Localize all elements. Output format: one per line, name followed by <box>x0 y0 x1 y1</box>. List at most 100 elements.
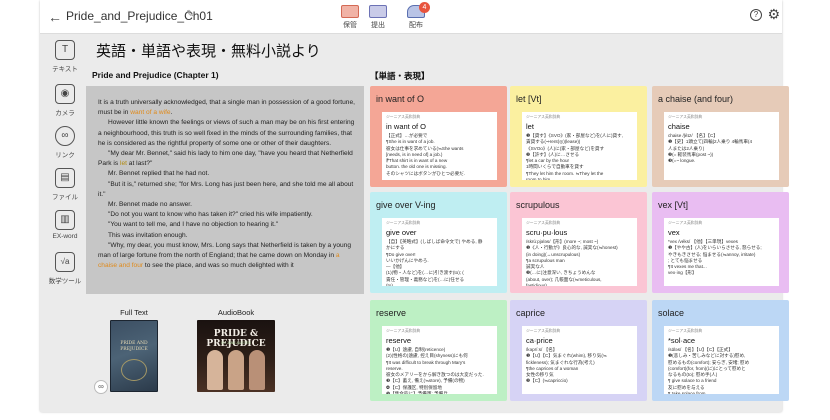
file-icon: ▤ <box>55 168 75 188</box>
vocab-card-heading: solace <box>658 308 685 318</box>
audiobook-cover[interactable]: PRIDE & PREJUDICE BY JANE AUSTEN <box>197 320 275 392</box>
vocab-card-heading: vex [Vt] <box>658 200 689 210</box>
vocab-card-heading: a chaise (and four) <box>658 94 734 104</box>
sidebar-item-link[interactable]: ∞ リンク <box>40 126 90 159</box>
passage-text-panel[interactable]: It is a truth universally acknowledged, … <box>86 86 364 294</box>
headword: *sol·ace <box>668 336 696 345</box>
dictionary-source: ジーニアス英和辞典 <box>526 115 561 119</box>
highlighted-phrase[interactable]: let <box>120 160 127 167</box>
vocab-card[interactable]: in want of O ジーニアス英和辞典 in want of O 【正式】…が必… <box>370 86 507 187</box>
dictionary-entry[interactable]: ジーニアス英和辞典 give over 【自】【英略式】(しばしば命令文で) やめる… <box>382 218 497 286</box>
definition-line: ¶ take solace from ... <box>668 391 711 394</box>
save-label: 保管 <box>343 22 357 29</box>
definition-line: room to him. <box>526 177 552 180</box>
sidebar-item-text[interactable]: T テキスト <box>40 40 90 73</box>
sidebar-item-math[interactable]: √a 数学ツール <box>40 252 90 285</box>
passage-paragraph: "Why, my dear, you must know, Mrs. Long … <box>98 241 352 270</box>
sidebar-item-file[interactable]: ▤ ファイル <box>40 168 90 201</box>
dictionary-entry[interactable]: ジーニアス英和辞典 ca·price/kəpríːs/ 【名】 ❶【U】【C】気まぐ… <box>522 326 637 394</box>
gear-icon[interactable]: ⚙ <box>767 6 780 23</box>
sidebar-item-label: 数学ツール <box>48 278 82 285</box>
full-text-cover-title: PRIDE AND PREJUDICE <box>120 341 148 352</box>
passage-paragraph: "My dear Mr. Bennet," said his lady to h… <box>98 150 353 168</box>
top-bar: ← Pride_and_Prejudice_Ch01 ✎ 保管 提出 配布 4 … <box>40 0 782 34</box>
definition-line: ❸(=~ longue. <box>668 158 696 164</box>
vocab-card[interactable]: give over V-ing ジーニアス英和辞典 give over 【自】【英略式… <box>370 192 507 293</box>
dictionary-entry[interactable]: ジーニアス英和辞典 chaise chaise /ʃéɪz/ 【名】【C】 ❶【史】1… <box>664 112 779 180</box>
cover-figure <box>228 350 244 390</box>
sidebar-item-label: ファイル <box>52 194 78 201</box>
page-title: 英語・単語や表現・無料小説より <box>96 43 321 60</box>
dictionary-icon: ▥ <box>55 210 75 230</box>
dictionary-entry[interactable]: ジーニアス英和辞典 scru·pu·lous/skrúːpjələs/【形】(mo… <box>522 218 637 286</box>
pencil-icon[interactable]: ✎ <box>186 9 194 20</box>
headword: vex <box>668 228 680 237</box>
sidebar-item-exword[interactable]: ▥ EX-word <box>40 210 90 240</box>
passage-paragraph: "But it is," returned she; "for Mrs. Lon… <box>98 180 354 198</box>
sidebar-item-camera[interactable]: ◉ カメラ <box>40 84 90 117</box>
passage-paragraph: Mr. Bennet made no answer. <box>108 201 192 209</box>
vocab-card[interactable]: reserve ジーニアス英和辞典 reserve ❶【U】遠慮, 自制(retice… <box>370 300 507 401</box>
sidebar-item-label: テキスト <box>52 66 78 73</box>
dictionary-source: ジーニアス英和辞典 <box>526 221 561 225</box>
dictionary-source: ジーニアス英和辞典 <box>386 115 421 119</box>
highlighted-phrase[interactable]: want of a wife <box>130 109 170 116</box>
chapter-title: Pride and Prejudice (Chapter 1) <box>92 70 219 80</box>
definition-line: vex·ing【形】 <box>668 270 697 276</box>
folder-icon <box>341 5 359 18</box>
full-text-cover[interactable]: PRIDE AND PREJUDICE <box>110 320 158 392</box>
dictionary-source: ジーニアス英和辞典 <box>386 329 421 333</box>
headword: let <box>526 122 534 131</box>
vocab-card-heading: in want of O <box>376 94 425 104</box>
headword: give over <box>386 228 417 237</box>
passage-paragraph: This was invitation enough. <box>108 231 188 239</box>
headword: ca·price <box>526 336 553 345</box>
notification-badge: 4 <box>419 2 430 13</box>
dictionary-entry[interactable]: ジーニアス英和辞典 *sol·ace/sɑ́ləs/ 【名】【U】【C】【正式】 ❶… <box>664 326 779 394</box>
arrow-left-icon[interactable]: ← <box>48 9 62 25</box>
distribute-label: 配布 <box>409 22 423 29</box>
highlighted-phrase[interactable]: a chaise and four <box>98 252 340 269</box>
vocab-card[interactable]: let [Vt] ジーニアス英和辞典 let ❶【貸す】《SVO》(家・部屋など)を(… <box>510 86 647 187</box>
cover-figure <box>249 350 265 390</box>
math-icon: √a <box>55 252 75 272</box>
cover-figure <box>207 350 223 390</box>
audiobook-label: AudioBook <box>217 308 255 317</box>
sidebar-item-label: EX-word <box>52 233 78 240</box>
vocab-card[interactable]: vex [Vt] ジーニアス英和辞典 vex *vex /véks/ 【他】【三単現】… <box>652 192 789 293</box>
dictionary-source: ジーニアス英和辞典 <box>668 329 703 333</box>
dictionary-entry[interactable]: ジーニアス英和辞典 reserve ❶【U】遠慮, 自制(reticence) (2)… <box>382 326 497 394</box>
definition-line: fastidious) <box>526 283 547 286</box>
submit-button[interactable]: 提出 <box>358 5 398 30</box>
distribute-button[interactable]: 配布 4 <box>396 2 436 30</box>
link-icon: ∞ <box>55 126 75 146</box>
definition-line: そのシャツにはボタンがひとつ必要だ. <box>386 170 466 176</box>
help-icon[interactable]: ? <box>750 9 762 21</box>
passage-paragraph: "Do not you want to know who has taken i… <box>108 211 313 219</box>
headword: chaise <box>668 122 690 131</box>
cover-ornament <box>121 359 147 381</box>
headword: scru·pu·lous <box>526 228 568 237</box>
vocab-card[interactable]: caprice ジーニアス英和辞典 ca·price/kəpríːs/ 【名】 ❶【U… <box>510 300 647 401</box>
definition-line: ❶《人・行動が》良心的な, 誠実な(≒honest) <box>526 245 618 251</box>
vocab-card[interactable]: solace ジーニアス英和辞典 *sol·ace/sɑ́ləs/ 【名】【U】【C… <box>652 300 789 401</box>
vocab-card[interactable]: scrupulous ジーニアス英和辞典 scru·pu·lous/skrúːpjə… <box>510 192 647 293</box>
definition-line: ❺【集合的に】予備軍; 予備兵 <box>386 391 448 394</box>
sidebar-item-label: カメラ <box>55 110 75 117</box>
passage-paragraph: "You want to tell me, and I have no obje… <box>108 221 279 229</box>
dictionary-entry[interactable]: ジーニアス英和辞典 vex *vex /véks/ 【他】【三単現】vexes ❶【や… <box>664 218 779 286</box>
vocab-card-heading: scrupulous <box>516 200 560 210</box>
dictionary-source: ジーニアス英和辞典 <box>386 221 421 225</box>
sidebar-item-label: リンク <box>55 152 75 159</box>
link-icon[interactable]: ∞ <box>94 380 108 394</box>
audiobook-cover-title: PRIDE & PREJUDICE <box>206 329 266 349</box>
vocab-card[interactable]: a chaise (and four) ジーニアス英和辞典 chaise chaise… <box>652 86 789 187</box>
dictionary-entry[interactable]: ジーニアス英和辞典 let ❶【貸す】《SVO》(家・部屋など)を(人に)貸す, 賃… <box>522 112 637 180</box>
vocab-card-heading: caprice <box>516 308 546 318</box>
dictionary-entry[interactable]: ジーニアス英和辞典 in want of O 【正式】…が必要で ¶She is in… <box>382 112 497 180</box>
dictionary-source: ジーニアス英和辞典 <box>668 221 703 225</box>
headword: in want of O <box>386 122 427 131</box>
passage-paragraph: However little known the feelings or vie… <box>98 119 355 147</box>
tool-sidebar: T テキスト ◉ カメラ ∞ リンク ▤ ファイル ▥ EX-word √a 数… <box>40 34 90 412</box>
dictionary-source: ジーニアス英和辞典 <box>526 329 561 333</box>
